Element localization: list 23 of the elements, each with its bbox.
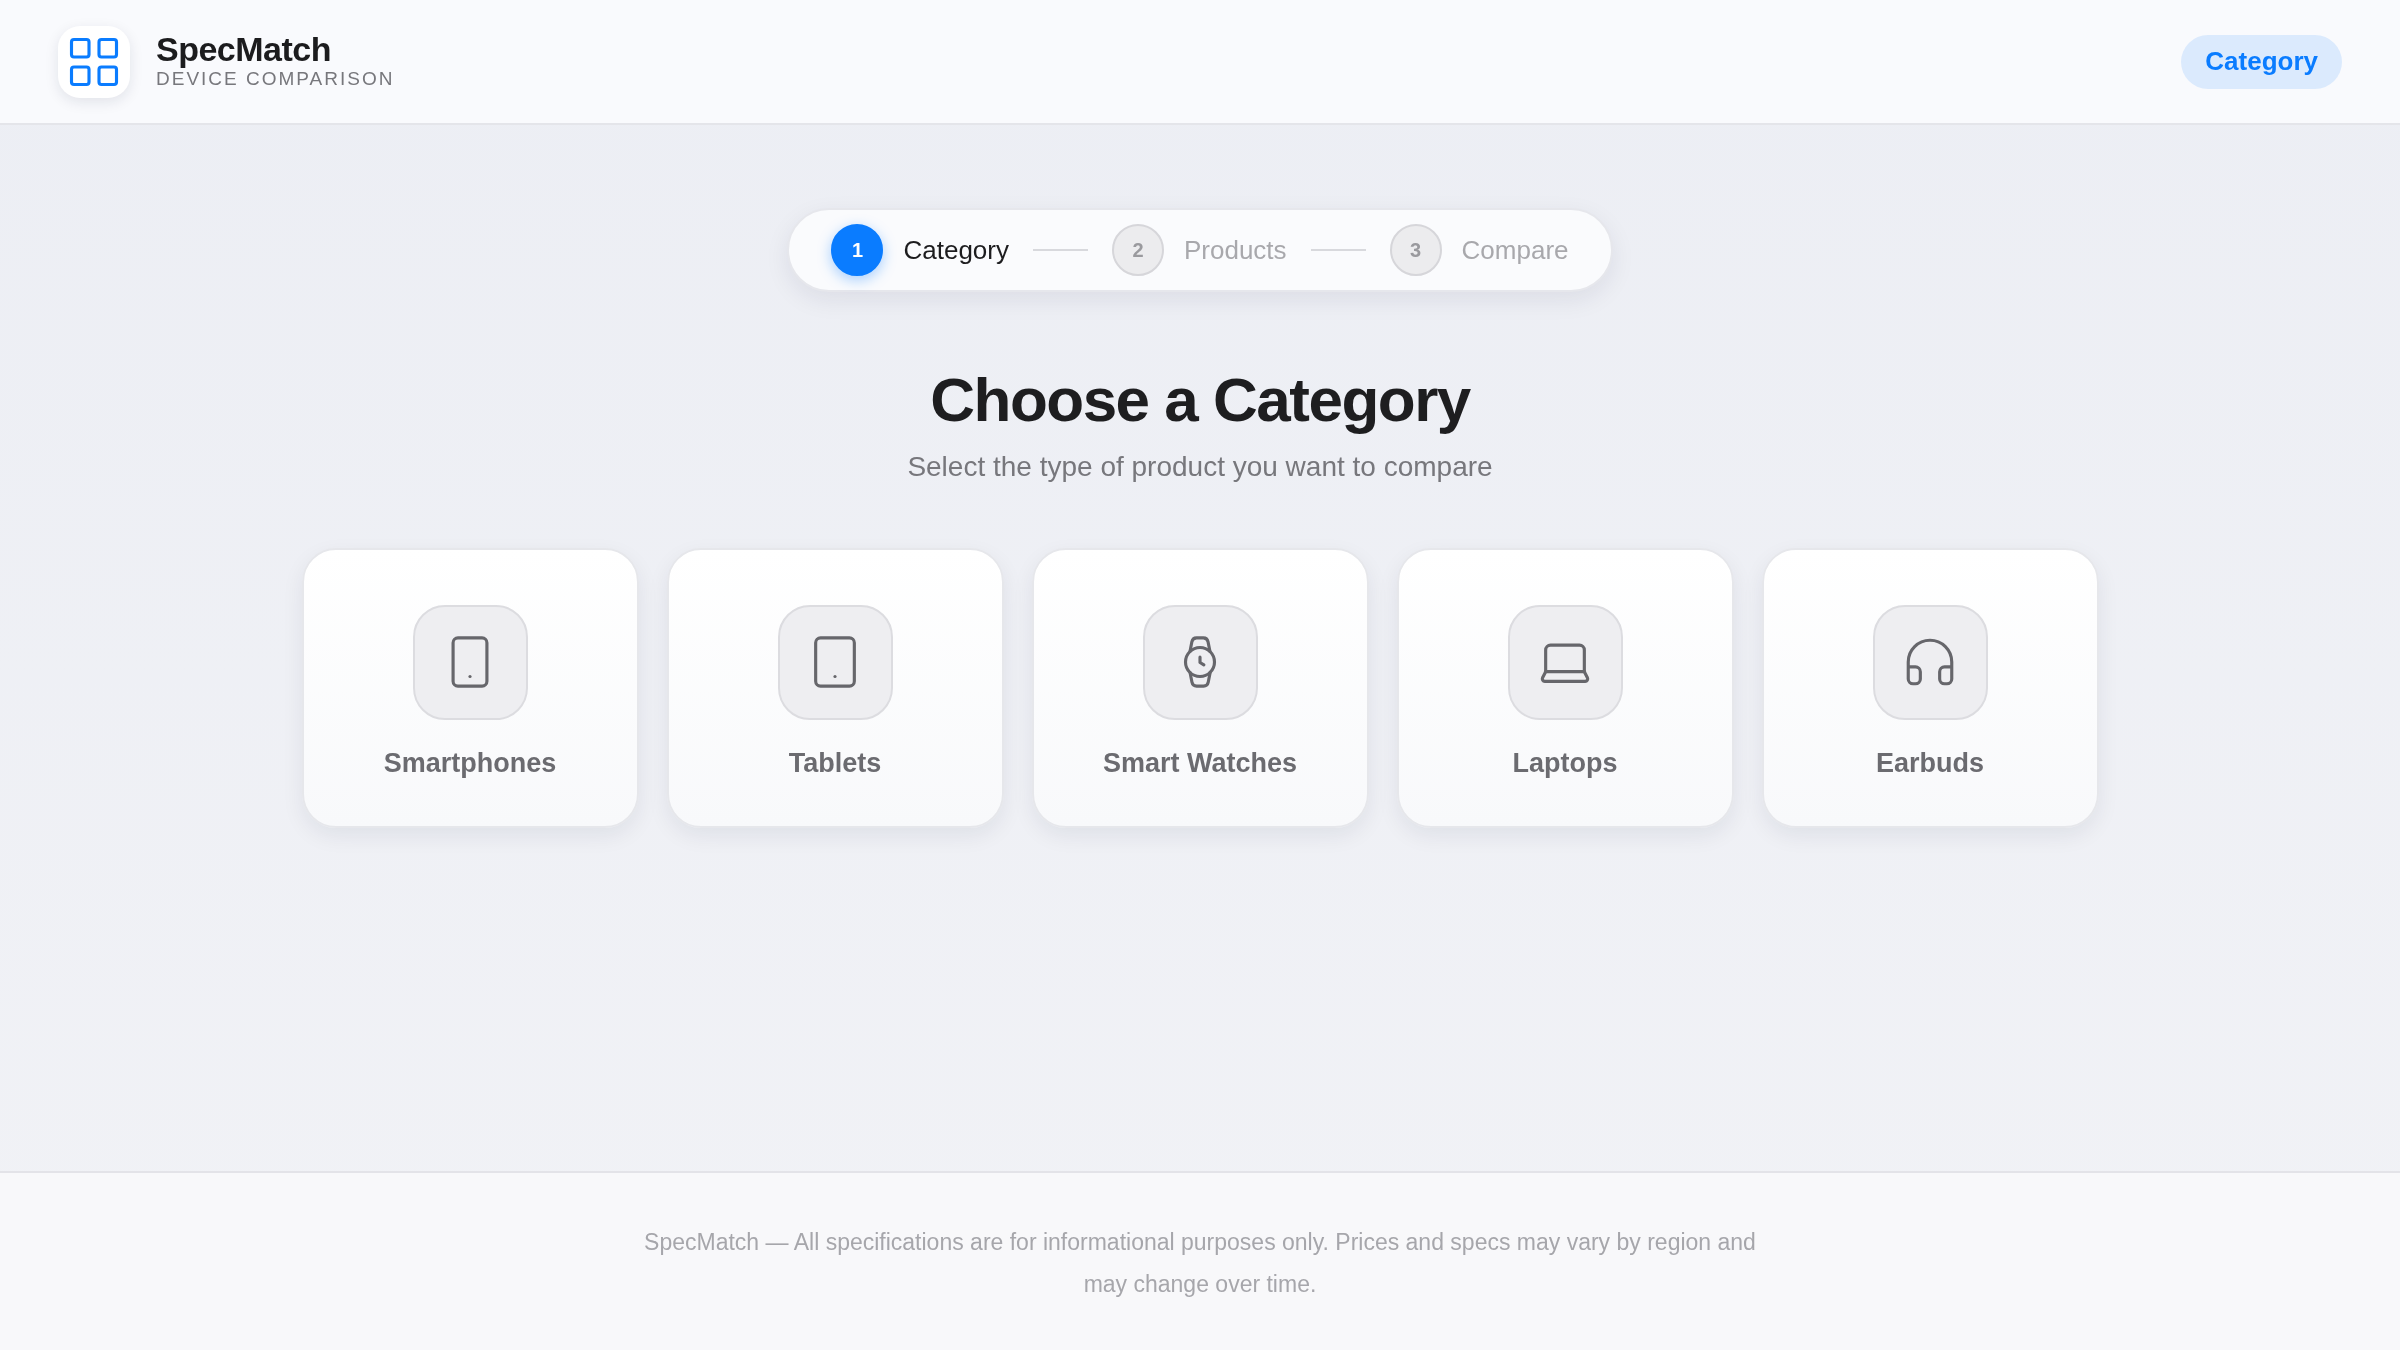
category-card[interactable]: Smartphones xyxy=(301,547,639,828)
smartphone-icon xyxy=(412,604,528,720)
tablet-icon xyxy=(777,604,893,720)
step-label: Compare xyxy=(1461,234,1569,266)
grid-icon xyxy=(58,25,130,98)
category-card[interactable]: Laptops xyxy=(1396,547,1734,828)
step-number: 3 xyxy=(1389,224,1442,276)
category-card[interactable]: Earbuds xyxy=(1761,547,2099,828)
category-card[interactable]: Tablets xyxy=(666,547,1004,828)
watch-icon xyxy=(1142,604,1258,720)
step-label: Products xyxy=(1183,234,1287,266)
footer-disclaimer: SpecMatch — All specifications are for informational purposes only. Prices and specs may vary by region and may change over time. xyxy=(643,1228,1757,1299)
laptop-icon xyxy=(1507,604,1623,720)
brand-name: SpecMatch xyxy=(156,32,332,68)
brand-tagline: DEVICE COMPARISON xyxy=(156,67,395,91)
step-number: 2 xyxy=(1111,224,1164,276)
page-subtitle: Select the type of product you want to compare xyxy=(907,450,1493,485)
step-label: Category xyxy=(903,234,1009,266)
headphones-icon xyxy=(1872,604,1988,720)
category-card[interactable]: Smart Watches xyxy=(1031,547,1369,828)
current-step-badge: Category xyxy=(2181,34,2342,89)
step-number: 1 xyxy=(831,224,884,276)
page-title: Choose a Category xyxy=(930,364,1470,436)
